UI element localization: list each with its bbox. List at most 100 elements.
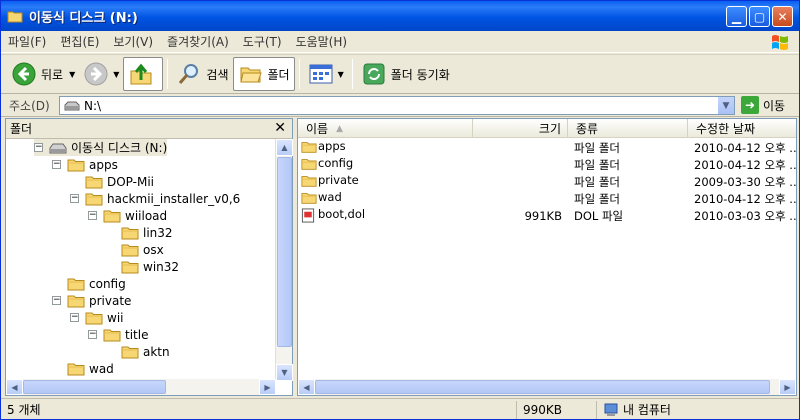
folder-sync-button[interactable]: 폴더 동기화 [357,57,454,91]
column-size-label: 크기 [538,122,561,136]
tree-item-label: lin32 [143,225,173,240]
tree-item[interactable]: win32 [106,258,179,275]
tree-item-label: osx [143,242,164,257]
tree-item[interactable]: − apps [52,156,118,173]
menu-bar: 파일(F) 편집(E) 보기(V) 즐겨찾기(A) 도구(T) 도움말(H) [1,31,799,53]
folder-icon [301,174,317,190]
forward-button[interactable]: ▼ [79,57,123,91]
column-type[interactable]: 종류 [568,119,688,138]
tree-item[interactable]: − private [52,292,131,309]
views-dropdown-icon[interactable]: ▼ [338,70,344,79]
file-row[interactable]: boot,dol 991KB DOL 파일 2010-03-03 오후 ... [298,207,796,224]
file-name: boot,dol [298,207,473,224]
tree-item-label: 이동식 디스크 (N:) [71,141,168,155]
file-row[interactable]: config 파일 폴더 2010-04-12 오후 ... [298,156,796,173]
folder-tree: − 이동식 디스크 (N:) − apps DOP-Mii − hackmii_instal… [6,139,276,381]
tree-item[interactable]: osx [106,241,164,258]
up-folder-button[interactable] [123,57,164,91]
folder-icon [121,243,139,257]
scroll-up-button[interactable]: ▲ [276,139,293,156]
scroll-thumb[interactable] [23,380,166,394]
file-row[interactable]: apps 파일 폴더 2010-04-12 오후 ... [298,139,796,156]
back-button[interactable]: 뒤로 ▼ [7,57,79,91]
maximize-button[interactable]: ▢ [749,6,770,27]
scroll-right-button[interactable]: ▶ [779,379,796,395]
menu-tools[interactable]: 도구(T) [236,33,289,50]
views-button[interactable]: ▼ [304,57,348,91]
collapse-toggle[interactable]: − [70,313,79,322]
folder-icon [67,362,85,376]
address-input[interactable]: N:\ ▼ [59,96,735,115]
close-button[interactable]: ✕ [772,6,793,27]
menu-help[interactable]: 도움말(H) [289,33,355,50]
scroll-right-button[interactable]: ▶ [259,379,276,395]
tree-item[interactable]: − 이동식 디스크 (N:) [34,139,168,156]
maximize-icon: ▢ [753,9,766,24]
folder-pane: 폴더 ✕ − 이동식 디스크 (N:) − apps DOP-Mii − hackmii_i… [5,118,293,396]
status-object-count: 5 개체 [1,400,517,419]
status-total-size: 990KB [517,400,597,419]
menu-edit[interactable]: 편집(E) [53,33,106,50]
collapse-toggle[interactable]: − [88,330,97,339]
chevron-down-icon: ▼ [722,100,730,111]
tree-item[interactable]: lin32 [106,224,173,241]
tree-item-label: title [125,327,149,342]
go-button[interactable]: ➜ 이동 [741,96,785,114]
minimize-button[interactable]: ▁ [726,6,747,27]
tree-item[interactable]: − wiiload [88,207,167,224]
file-type: 파일 폴더 [574,191,620,206]
folder-pane-horizontal-scrollbar[interactable]: ◀ ▶ [6,379,276,395]
search-button[interactable]: 검색 [172,57,232,91]
collapse-toggle[interactable]: − [70,194,79,203]
menu-view[interactable]: 보기(V) [106,33,160,50]
scroll-left-button[interactable]: ◀ [6,379,23,395]
scroll-left-button[interactable]: ◀ [298,379,315,395]
tree-item[interactable]: − wii [70,309,123,326]
toolbar-separator [167,59,169,89]
scroll-down-button[interactable]: ▼ [276,364,293,381]
column-modified[interactable]: 수정한 날짜 [688,119,796,138]
file-modified: 2009-03-30 오후 ... [694,174,796,189]
file-name-text: config [318,156,354,170]
title-bar[interactable]: 이동식 디스크 (N:) ▁ ▢ ✕ [1,1,799,31]
minimize-icon: ▁ [731,9,742,24]
tree-item[interactable]: − hackmii_installer_v0,6 [70,190,240,207]
column-name-label: 이름 [306,122,329,136]
folder-icon [103,328,121,342]
file-row[interactable]: wad 파일 폴더 2010-04-12 오후 ... [298,190,796,207]
file-type: 파일 폴더 [574,140,620,155]
collapse-toggle[interactable]: − [52,160,61,169]
menu-favorites[interactable]: 즐겨찾기(A) [160,33,236,50]
collapse-toggle[interactable]: − [52,296,61,305]
file-row[interactable]: private 파일 폴더 2009-03-30 오후 ... [298,173,796,190]
go-label: 이동 [763,98,786,113]
status-bar: 5 개체 990KB 내 컴퓨터 [1,398,799,419]
column-name[interactable]: 이름 ▲ [298,119,473,138]
tree-item[interactable]: aktn [106,343,170,360]
tree-item-label: config [89,276,126,291]
tree-item-label: aktn [143,344,170,359]
file-name-text: boot,dol [318,207,366,221]
up-folder-icon [128,61,154,87]
tree-item[interactable]: − title [88,326,148,343]
folder-pane-header: 폴더 ✕ [6,119,292,139]
collapse-toggle[interactable]: − [34,143,43,152]
toolbar-separator [298,59,300,89]
scroll-thumb[interactable] [277,157,292,347]
folder-pane-vertical-scrollbar[interactable]: ▲ ▼ [275,139,293,381]
back-dropdown-icon[interactable]: ▼ [69,70,75,79]
forward-dropdown-icon[interactable]: ▼ [113,70,119,79]
folder-pane-close-icon[interactable]: ✕ [274,120,286,136]
file-pane-horizontal-scrollbar[interactable]: ◀ ▶ [298,379,796,395]
folders-button[interactable]: 폴더 [232,57,295,91]
menu-file[interactable]: 파일(F) [1,33,53,50]
tree-item-label: DOP-Mii [107,174,155,189]
tree-item[interactable]: wad [52,360,114,377]
address-label: 주소(D) [9,99,50,113]
collapse-toggle[interactable]: − [88,211,97,220]
address-dropdown-button[interactable]: ▼ [718,97,734,114]
scroll-thumb[interactable] [315,380,770,394]
column-size[interactable]: 크기 [473,119,568,138]
tree-item[interactable]: config [52,275,126,292]
tree-item[interactable]: DOP-Mii [70,173,154,190]
